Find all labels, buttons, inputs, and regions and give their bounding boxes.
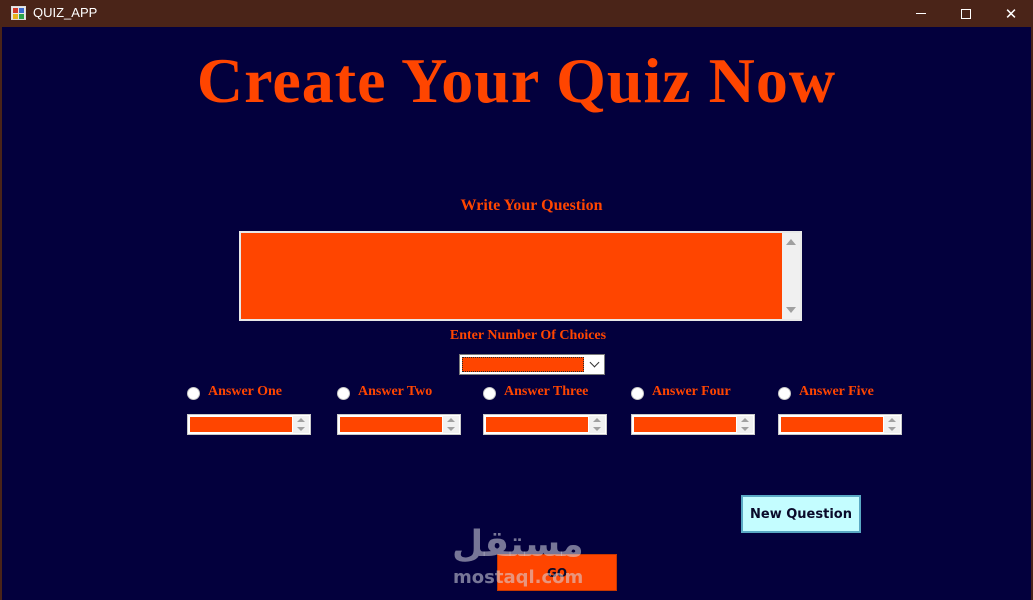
- scroll-up-icon[interactable]: [786, 239, 796, 245]
- answer-three-spinner[interactable]: [589, 416, 605, 433]
- question-label: Write Your Question: [460, 197, 603, 214]
- spin-down-icon[interactable]: [888, 427, 896, 431]
- answer-four-spinner[interactable]: [737, 416, 753, 433]
- answer-one-label: Answer One: [208, 384, 283, 399]
- answer-five-input[interactable]: [778, 414, 902, 435]
- answer-two-input[interactable]: [337, 414, 461, 435]
- answer-four-radio[interactable]: [631, 387, 644, 400]
- answer-four-label: Answer Four: [652, 384, 731, 399]
- close-icon: ✕: [1004, 4, 1018, 23]
- spin-down-icon[interactable]: [741, 427, 749, 431]
- answer-one-field[interactable]: [190, 417, 292, 432]
- answer-two-spinner[interactable]: [443, 416, 459, 433]
- choices-count-dropdown[interactable]: [459, 354, 605, 375]
- answer-three-label: Answer Three: [504, 384, 589, 399]
- spin-up-icon[interactable]: [888, 418, 896, 422]
- answer-three-field[interactable]: [486, 417, 588, 432]
- question-input[interactable]: [239, 231, 802, 321]
- maximize-icon: [961, 8, 971, 19]
- answer-five-radio[interactable]: [778, 387, 791, 400]
- answer-one-spinner[interactable]: [293, 416, 309, 433]
- answer-two-field[interactable]: [340, 417, 442, 432]
- answer-four-input[interactable]: [631, 414, 755, 435]
- answer-four-field[interactable]: [634, 417, 736, 432]
- app-icon: [11, 6, 26, 20]
- title-bar: QUIZ_APP ✕: [0, 0, 1033, 27]
- watermark-latin: mostaql.com: [453, 567, 584, 588]
- answer-five-field[interactable]: [781, 417, 883, 432]
- answer-five-label: Answer Five: [799, 384, 874, 399]
- chevron-down-icon: [589, 357, 600, 368]
- answer-two-radio[interactable]: [337, 387, 350, 400]
- spin-down-icon[interactable]: [297, 427, 305, 431]
- answer-three-input[interactable]: [483, 414, 607, 435]
- window-title: QUIZ_APP: [33, 5, 98, 20]
- dropdown-button[interactable]: [585, 355, 604, 374]
- scroll-down-icon[interactable]: [786, 307, 796, 313]
- spin-up-icon[interactable]: [741, 418, 749, 422]
- minimize-icon: [916, 13, 926, 14]
- spin-up-icon[interactable]: [593, 418, 601, 422]
- minimize-button[interactable]: [898, 0, 944, 27]
- close-button[interactable]: ✕: [988, 0, 1033, 27]
- spin-down-icon[interactable]: [593, 427, 601, 431]
- answer-three-radio[interactable]: [483, 387, 496, 400]
- watermark-arabic: مستقل: [452, 524, 584, 565]
- new-question-button[interactable]: New Question: [741, 495, 861, 533]
- maximize-button[interactable]: [943, 0, 989, 27]
- answer-two-label: Answer Two: [358, 384, 433, 399]
- spin-down-icon[interactable]: [447, 427, 455, 431]
- spin-up-icon[interactable]: [297, 418, 305, 422]
- question-scrollbar[interactable]: [782, 233, 800, 319]
- spin-up-icon[interactable]: [447, 418, 455, 422]
- answer-one-radio[interactable]: [187, 387, 200, 400]
- choices-count-label: Enter Number Of Choices: [449, 328, 607, 343]
- page-title: Create Your Quiz Now: [196, 45, 837, 116]
- answer-one-input[interactable]: [187, 414, 311, 435]
- answer-five-spinner[interactable]: [884, 416, 900, 433]
- choices-count-field[interactable]: [462, 357, 584, 372]
